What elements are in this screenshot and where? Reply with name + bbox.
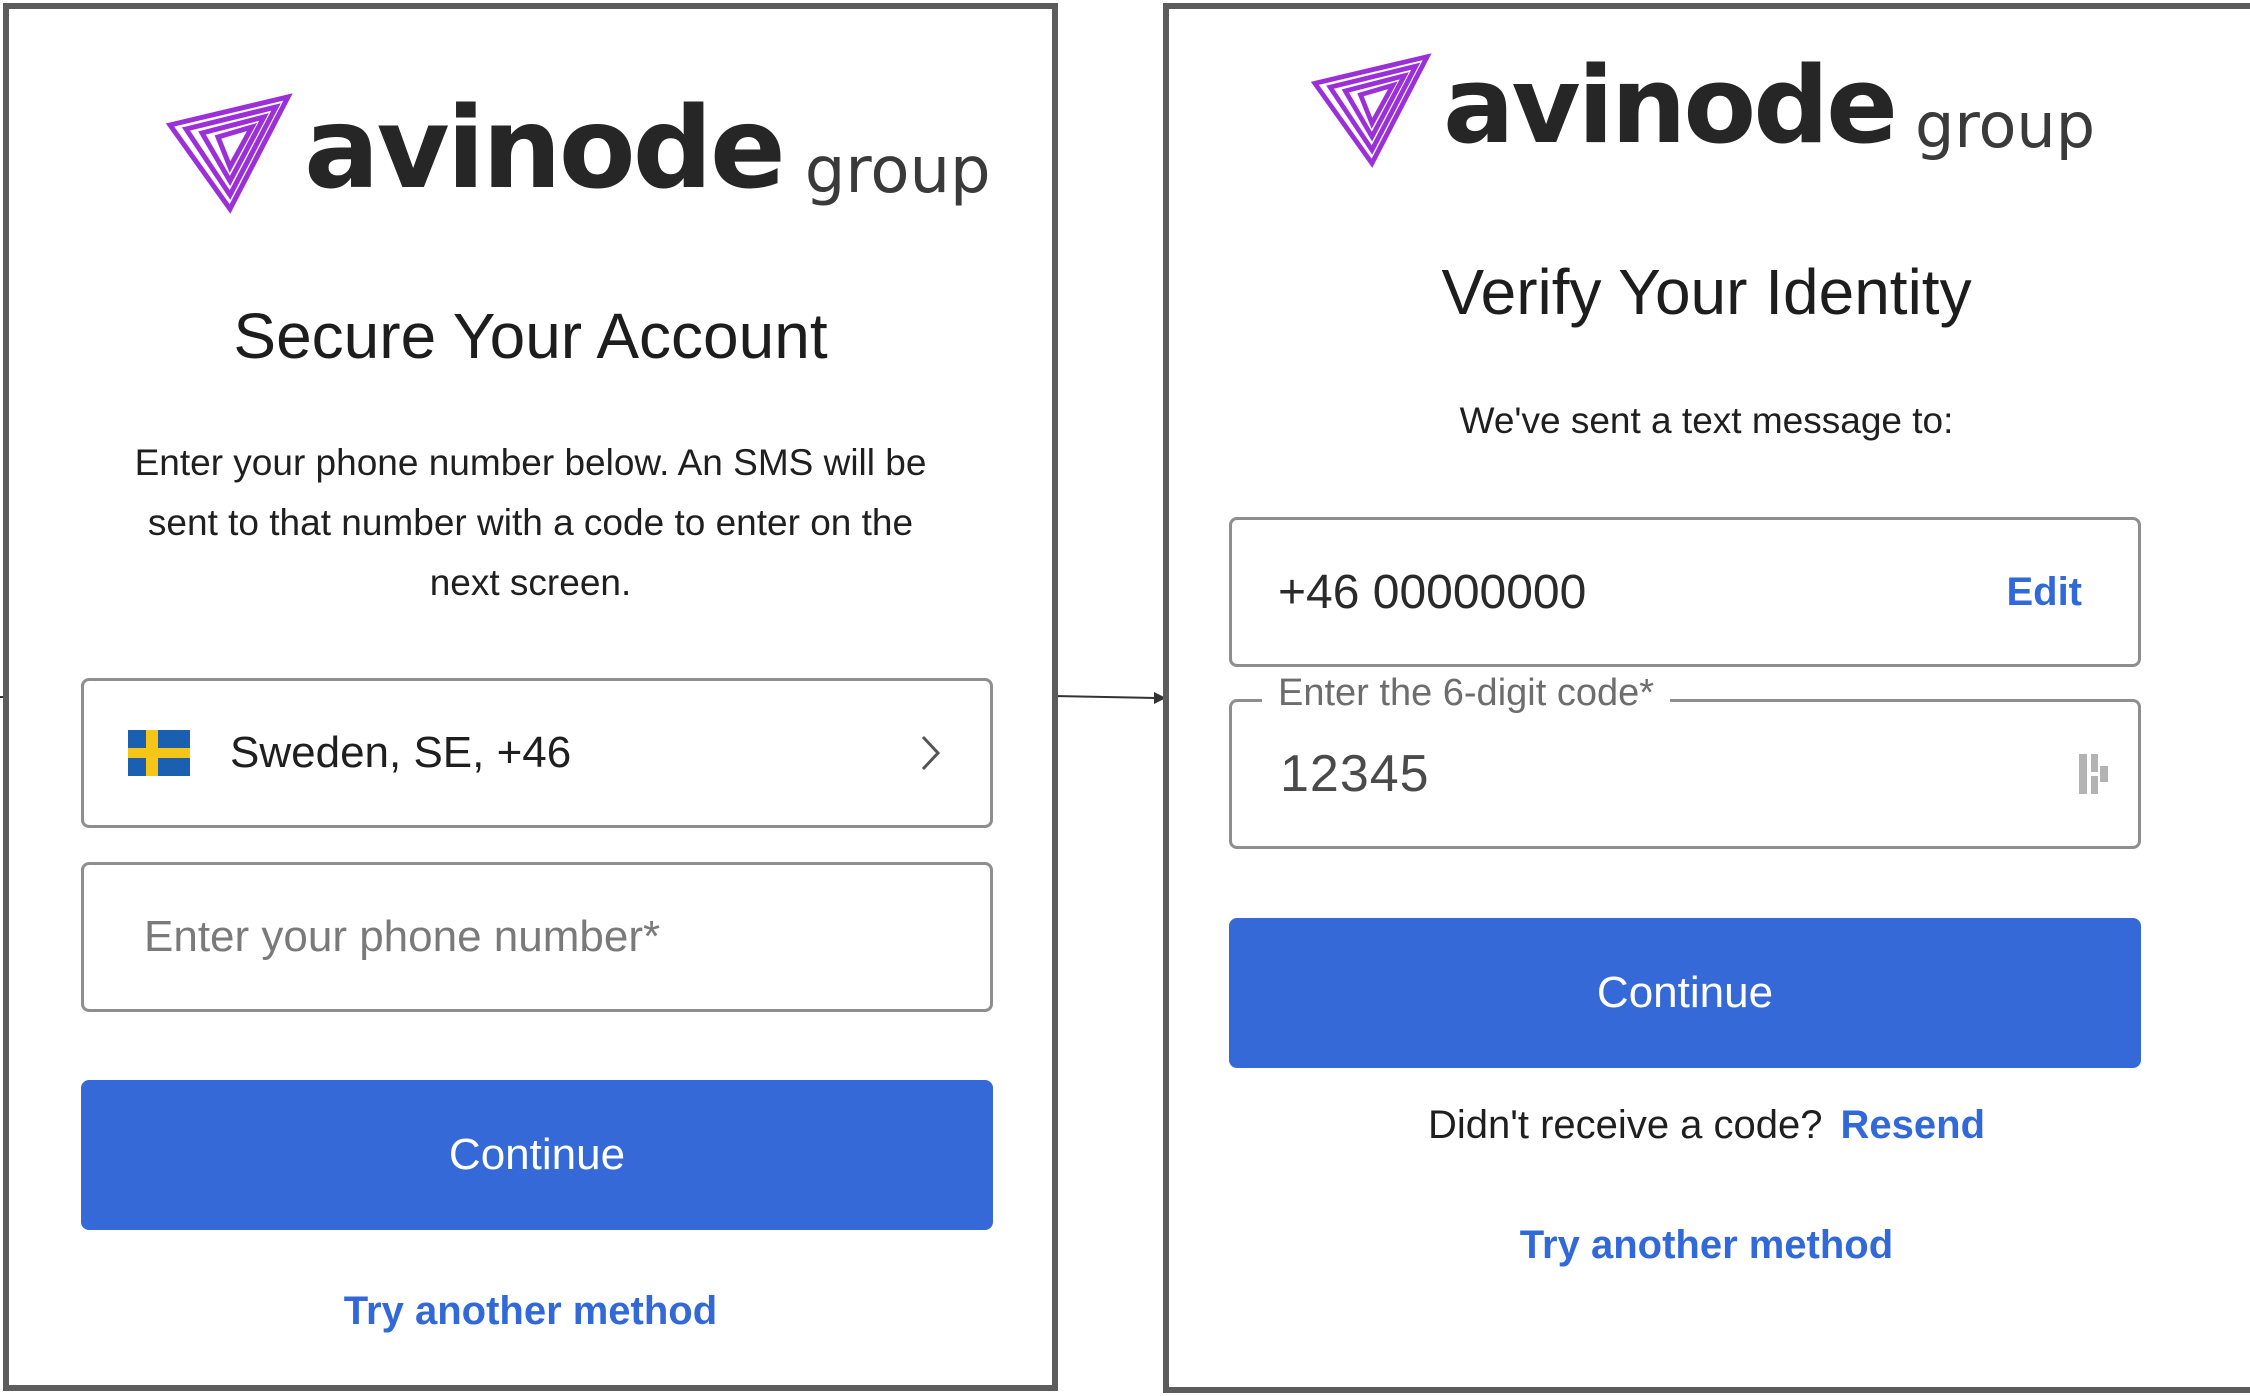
phone-number-input[interactable]: Enter your phone number*: [81, 862, 993, 1012]
flow-arrow: [1053, 692, 1166, 704]
sweden-flag-icon: [128, 730, 190, 776]
resend-prompt: Didn't receive a code?: [1427, 1103, 1823, 1147]
resend-row: Didn't receive a code? Resend: [1169, 1103, 2244, 1148]
phone-display-field: +46 00000000 Edit: [1229, 517, 2141, 667]
page-title: Verify Your Identity: [1441, 256, 1972, 328]
instructions-line: Enter your phone number below. An SMS wi…: [134, 442, 927, 483]
password-manager-key-icon[interactable]: [2076, 752, 2112, 796]
continue-button[interactable]: Continue: [1229, 918, 2141, 1068]
phone-number-value: +46 00000000: [1278, 565, 1587, 619]
page-title: Secure Your Account: [233, 300, 828, 372]
code-field-value: 12345: [1280, 745, 1430, 803]
code-field-label: Enter the 6-digit code*: [1262, 672, 1671, 715]
logo-group-text: group: [1915, 89, 2096, 162]
country-select[interactable]: Sweden, SE, +46: [81, 678, 993, 828]
verification-code-input[interactable]: Enter the 6-digit code* 12345: [1229, 672, 2141, 849]
instructions-text: Enter your phone number below. An SMS wi…: [49, 433, 1012, 613]
edit-phone-link[interactable]: Edit: [2006, 570, 2082, 615]
brand-logo: avinode group: [164, 91, 991, 215]
avinode-triangle-icon: [165, 93, 293, 214]
continue-button[interactable]: Continue: [81, 1080, 993, 1230]
secure-account-screen: avinode group Secure Your Account Enter …: [3, 3, 1058, 1391]
logo-wordmark: avinode: [304, 84, 786, 214]
verify-identity-screen: avinode group Verify Your Identity We've…: [1163, 3, 2250, 1393]
logo-wordmark: avinode: [1443, 44, 1898, 167]
try-another-method-link[interactable]: Try another method: [9, 1289, 1052, 1334]
try-another-method-link[interactable]: Try another method: [1169, 1223, 2244, 1268]
country-select-value: Sweden, SE, +46: [230, 728, 572, 777]
sent-message-text: We've sent a text message to:: [1459, 400, 1954, 441]
avinode-triangle-icon: [1310, 53, 1432, 168]
instructions-line: sent to that number with a code to enter…: [147, 502, 914, 543]
chevron-right-icon: [921, 735, 941, 771]
instructions-line: next screen.: [429, 562, 632, 603]
logo-group-text: group: [804, 134, 991, 208]
brand-logo: avinode group: [1309, 51, 2095, 169]
phone-number-placeholder: Enter your phone number*: [144, 912, 661, 961]
resend-link[interactable]: Resend: [1841, 1103, 1986, 1147]
